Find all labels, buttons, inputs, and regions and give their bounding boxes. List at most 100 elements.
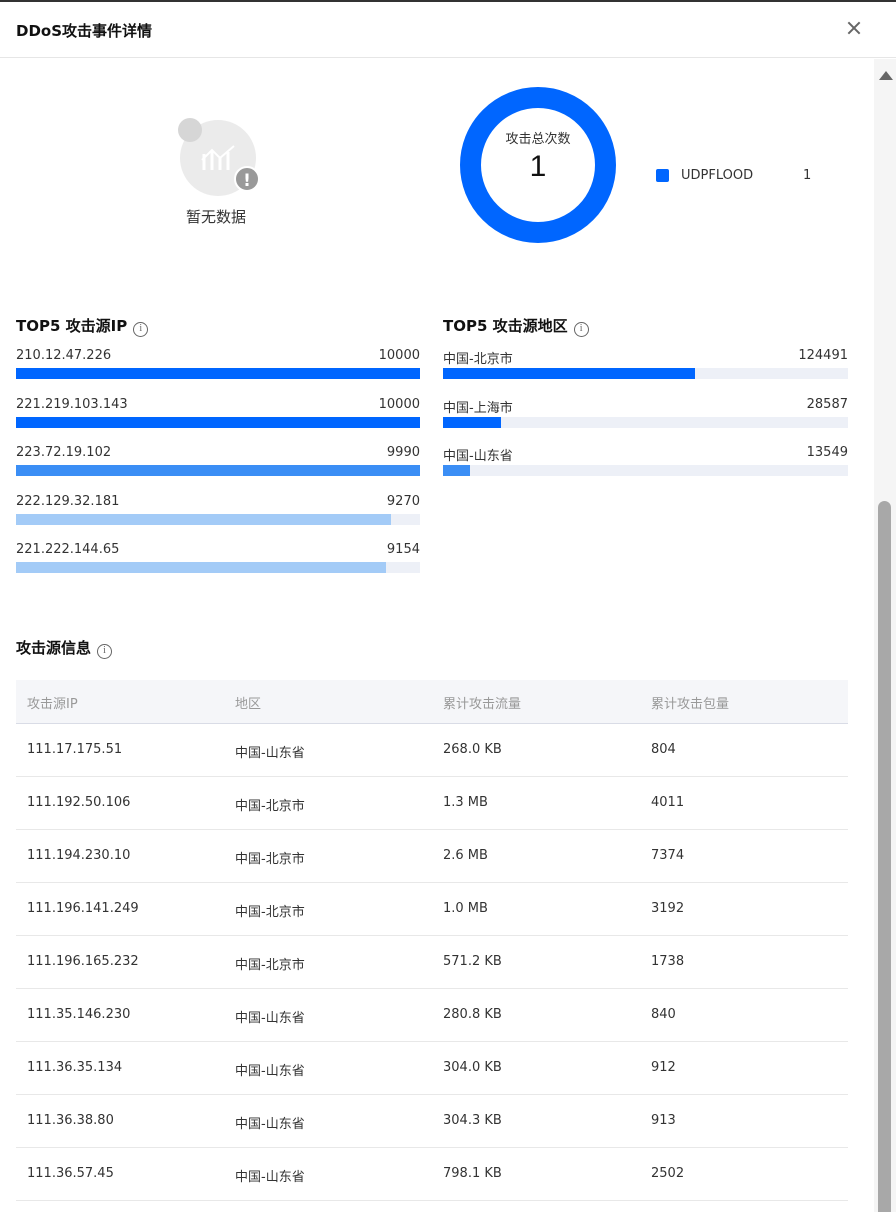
table-cell: 840: [651, 1007, 676, 1022]
table-cell: 1.0 MB: [443, 901, 488, 916]
dialog-title: DDoS攻击事件详情: [16, 22, 153, 40]
table-cell: 1.3 MB: [443, 795, 488, 810]
bar-value: 124491: [798, 348, 848, 363]
bar-track: [16, 513, 420, 525]
bar-name: 223.72.19.102: [16, 445, 112, 460]
donut-label: 攻击总次数: [505, 132, 571, 147]
table-cell: 111.17.175.51: [27, 742, 123, 757]
source-info-title: 攻击源信息 i: [16, 637, 113, 659]
table-cell: 571.2 KB: [443, 954, 502, 969]
table-cell: 2.6 MB: [443, 848, 488, 863]
table-cell: 111.35.146.230: [27, 1007, 131, 1022]
table-cell: 304.3 KB: [443, 1113, 502, 1128]
bar-track: [443, 416, 848, 428]
bar-value: 9270: [386, 493, 420, 509]
warning-icon: !: [234, 166, 260, 192]
bar-track: [16, 562, 420, 573]
bar-name: 221.219.103.143: [16, 396, 128, 412]
scrollbar-thumb[interactable]: [878, 501, 891, 1212]
bar-item: 中国-北京市 124491: [443, 348, 848, 397]
bar-name: 中国-上海市: [443, 400, 513, 416]
bar-item: 222.129.32.181 9270: [16, 494, 420, 543]
table-cell: 111.36.38.80: [27, 1113, 114, 1128]
bar-fill: [443, 416, 501, 428]
table-cell: 中国-北京市: [235, 799, 305, 814]
scroll-up-arrow-icon[interactable]: [879, 71, 893, 80]
table-cell: 中国-山东省: [235, 1064, 305, 1079]
table-cell: 268.0 KB: [443, 742, 502, 757]
table-row: 111.35.146.230 中国-山东省 280.8 KB 840: [16, 989, 848, 1042]
dialog-header: DDoS攻击事件详情: [0, 2, 896, 58]
table-row: 111.36.38.80 中国-山东省 304.3 KB 913: [16, 1095, 848, 1148]
source-info-table: 攻击源IP 地区 累计攻击流量 累计攻击包量 111.17.175.51 中国-山…: [16, 680, 848, 1201]
bar-item: 210.12.47.226 10000: [16, 348, 420, 397]
table-cell: 804: [651, 742, 676, 757]
info-icon[interactable]: i: [133, 322, 149, 337]
bar-item: 223.72.19.102 9990: [16, 445, 420, 494]
table-cell: 中国-山东省: [235, 1011, 305, 1026]
info-icon[interactable]: i: [97, 644, 113, 659]
table-cell: 111.36.57.45: [27, 1166, 114, 1181]
bar-fill: [16, 416, 420, 428]
table-cell: 中国-山东省: [235, 1170, 305, 1185]
close-icon[interactable]: [842, 16, 866, 40]
table-row: 111.36.35.134 中国-山东省 304.0 KB 912: [16, 1042, 848, 1095]
table-cell: 111.194.230.10: [27, 848, 131, 863]
bar-value: 28587: [806, 396, 848, 412]
bar-item: 中国-上海市 28587: [443, 397, 848, 446]
bar-name: 210.12.47.226: [16, 348, 112, 363]
bar-track: [443, 368, 848, 379]
top5-region-title: TOP5 攻击源地区 i: [443, 315, 589, 337]
donut-value: 1: [529, 150, 547, 183]
scrollbar[interactable]: [874, 59, 896, 1212]
bar-item: 221.219.103.143 10000: [16, 397, 420, 446]
bar-fill: [16, 562, 386, 573]
source-info-title-text: 攻击源信息: [16, 639, 92, 657]
table-row: 111.194.230.10 中国-北京市 2.6 MB 7374: [16, 830, 848, 883]
bar-name: 222.129.32.181: [16, 493, 120, 509]
table-cell: 111.192.50.106: [27, 795, 131, 810]
bar-name: 221.222.144.65: [16, 542, 120, 557]
table-row: 111.192.50.106 中国-北京市 1.3 MB 4011: [16, 777, 848, 830]
table-row: 111.196.165.232 中国-北京市 571.2 KB 1738: [16, 936, 848, 989]
no-data-text: 暂无数据: [186, 208, 247, 226]
table-cell: 中国-山东省: [235, 1117, 305, 1132]
bar-fill: [16, 465, 420, 476]
table-cell: 中国-北京市: [235, 905, 305, 920]
top5-region-title-text: TOP5 攻击源地区: [443, 317, 568, 335]
table-cell: 913: [651, 1113, 676, 1128]
top5-ip-title: TOP5 攻击源IP i: [16, 315, 149, 337]
legend-name: UDPFLOOD: [681, 168, 754, 183]
table-cell: 111.196.165.232: [27, 954, 139, 969]
table-cell: 中国-北京市: [235, 958, 305, 973]
table-cell: 2502: [651, 1166, 685, 1181]
info-icon[interactable]: i: [573, 322, 589, 337]
table-cell: 1738: [651, 954, 685, 969]
table-cell: 111.36.35.134: [27, 1060, 123, 1075]
table-cell: 280.8 KB: [443, 1007, 502, 1022]
bar-name: 中国-北京市: [443, 352, 513, 367]
column-header: 攻击源IP: [27, 697, 78, 712]
table-cell: 912: [651, 1060, 676, 1075]
table-row: 111.17.175.51 中国-山东省 268.0 KB 804: [16, 724, 848, 777]
table-row: 111.196.141.249 中国-北京市 1.0 MB 3192: [16, 883, 848, 936]
legend-count: 1: [803, 168, 812, 183]
top5-region-list: 中国-北京市 124491 中国-上海市 28587 中国-山东省 13549: [443, 348, 848, 494]
bar-value: 9154: [386, 542, 420, 557]
bar-name: 中国-山东省: [443, 449, 513, 464]
bar-value: 10000: [378, 396, 420, 412]
table-cell: 中国-北京市: [235, 852, 305, 867]
table-cell: 3192: [651, 901, 685, 916]
bar-track: [16, 465, 420, 476]
bar-item: 221.222.144.65 9154: [16, 542, 420, 591]
bar-fill: [16, 513, 391, 525]
column-header: 地区: [235, 697, 262, 712]
column-header: 累计攻击流量: [443, 697, 522, 712]
bar-fill: [443, 368, 696, 379]
bar-value: 9990: [386, 445, 420, 460]
column-header: 累计攻击包量: [651, 697, 730, 712]
table-row: 111.36.57.45 中国-山东省 798.1 KB 2502: [16, 1148, 848, 1201]
bar-track: [443, 465, 848, 476]
bar-track: [16, 368, 420, 379]
empty-small-circle: [178, 118, 202, 142]
